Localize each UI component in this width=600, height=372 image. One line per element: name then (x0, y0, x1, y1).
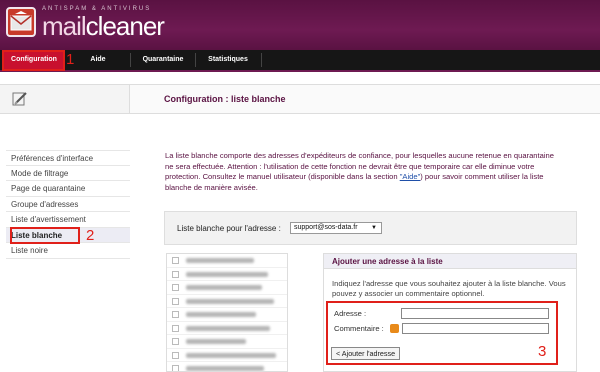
annotation-number-1: 1 (66, 51, 75, 68)
annotation-box-2 (10, 227, 80, 244)
row-checkbox[interactable] (172, 338, 179, 345)
annotation-number-3: 3 (538, 343, 547, 360)
list-item[interactable] (167, 295, 287, 308)
blurred-address (186, 271, 268, 277)
blurred-address (186, 339, 246, 344)
annotation-number-2: 2 (86, 227, 95, 244)
whitelist-description: La liste blanche comporte des adresses d… (165, 151, 555, 193)
sidebar-item-quarantine-page[interactable]: Page de quarantaine (6, 181, 130, 197)
address-selector-label: Liste blanche pour l'adresse : (177, 224, 281, 233)
row-checkbox[interactable] (172, 311, 179, 318)
help-link[interactable]: "Aide" (400, 172, 421, 181)
list-item[interactable] (167, 335, 287, 349)
blurred-address (186, 285, 262, 290)
nav-quarantaine[interactable]: Quarantaine (132, 50, 194, 70)
list-item[interactable] (167, 322, 287, 335)
config-icon-cell (0, 85, 130, 113)
main-nav: Configuration Aide Quarantaine Statistiq… (0, 50, 600, 72)
blurred-address (186, 312, 256, 317)
annotation-box-1 (2, 50, 65, 71)
sidebar-item-filter-mode[interactable]: Mode de filtrage (6, 166, 130, 181)
mailcleaner-logo-icon (6, 7, 36, 37)
sidebar-item-blacklist[interactable]: Liste noire (6, 243, 130, 259)
nav-divider (261, 53, 262, 67)
add-address-description: Indiquez l'adresse que vous souhaitez aj… (332, 279, 566, 298)
nav-divider (195, 53, 196, 67)
row-checkbox[interactable] (172, 270, 179, 278)
blurred-address (186, 258, 254, 263)
row-checkbox[interactable] (172, 257, 179, 264)
annotation-box-3 (326, 301, 558, 365)
nav-divider (130, 53, 131, 67)
page-title: Configuration : liste blanche (164, 94, 286, 104)
row-checkbox[interactable] (172, 324, 179, 332)
row-checkbox[interactable] (172, 365, 179, 371)
list-item[interactable] (167, 254, 287, 268)
list-item[interactable] (167, 268, 287, 281)
brand-prefix: mail (42, 11, 87, 41)
list-item[interactable] (167, 349, 287, 362)
sidebar-item-preferences[interactable]: Préférences d'interface (6, 150, 130, 166)
row-checkbox[interactable] (172, 297, 179, 305)
add-address-title: Ajouter une adresse à la liste (324, 254, 576, 269)
dropdown-arrow-icon: ▼ (371, 225, 377, 231)
address-selector-bar: Liste blanche pour l'adresse : support@s… (164, 211, 577, 245)
nav-statistiques[interactable]: Statistiques (197, 50, 259, 70)
list-item[interactable] (167, 281, 287, 295)
sidebar-item-address-group[interactable]: Groupe d'adresses (6, 197, 130, 212)
pencil-icon (12, 92, 27, 106)
page-header: Configuration : liste blanche (0, 84, 600, 114)
list-item[interactable] (167, 362, 287, 371)
blurred-address (186, 352, 276, 358)
nav-aide[interactable]: Aide (68, 50, 128, 70)
address-select-value: support@sos-data.fr (294, 224, 358, 231)
brand-name: mailcleaner (42, 11, 165, 41)
blurred-address (186, 325, 270, 331)
row-checkbox[interactable] (172, 284, 179, 291)
list-item[interactable] (167, 308, 287, 322)
blurred-address (186, 366, 264, 371)
whitelist-address-list (166, 253, 288, 372)
app-header: ANTISPAM & ANTIVIRUS mailcleaner (0, 0, 600, 50)
sidebar-item-warning-list[interactable]: Liste d'avertissement (6, 212, 130, 228)
address-select[interactable]: support@sos-data.fr ▼ (290, 222, 382, 234)
blurred-address (186, 298, 274, 304)
brand-suffix: cleaner (85, 11, 165, 41)
row-checkbox[interactable] (172, 351, 179, 359)
